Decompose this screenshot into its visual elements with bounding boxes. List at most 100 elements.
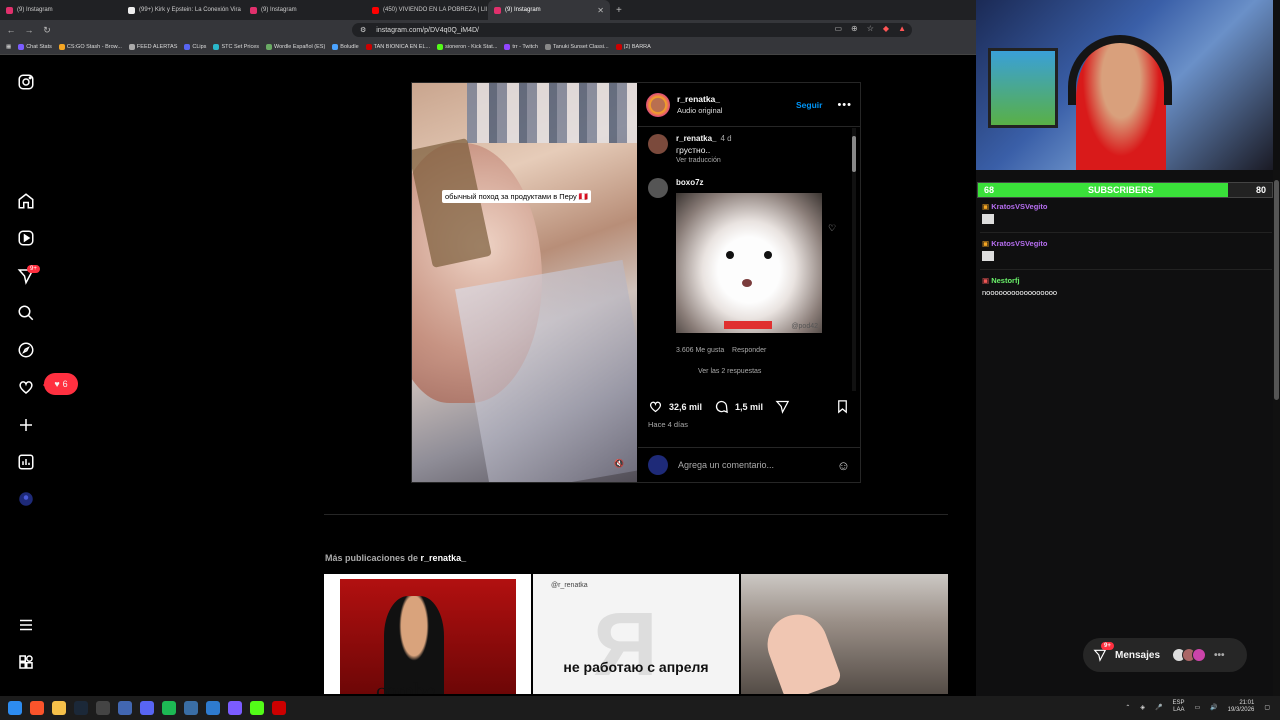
- windows-start-icon[interactable]: [8, 701, 22, 715]
- cast-icon[interactable]: ▭: [834, 24, 842, 33]
- comment-icon[interactable]: [714, 399, 729, 414]
- bookmark-item[interactable]: (2) BARRA: [615, 44, 651, 50]
- more-options-icon[interactable]: •••: [837, 99, 852, 111]
- bookmark-item[interactable]: trr - Twitch: [504, 44, 538, 50]
- bookmark-item[interactable]: Boludle: [332, 44, 359, 50]
- brave-icon[interactable]: [30, 701, 44, 715]
- explore-icon[interactable]: [17, 341, 35, 359]
- kick-icon[interactable]: [250, 701, 264, 715]
- more-icon[interactable]: [17, 653, 35, 671]
- close-tab-icon[interactable]: ✕: [597, 6, 604, 15]
- rewards-icon[interactable]: ▲: [898, 24, 906, 33]
- search-icon[interactable]: [17, 304, 35, 322]
- reply-button[interactable]: Responder: [732, 347, 766, 354]
- clock-time[interactable]: 21:01: [1239, 700, 1254, 706]
- wifi-icon[interactable]: ▭: [1194, 704, 1200, 711]
- clock-date[interactable]: 19/3/2026: [1228, 707, 1255, 713]
- see-translation-link[interactable]: Ver traducción: [676, 157, 732, 164]
- emoji-icon[interactable]: ☺: [837, 458, 850, 473]
- zoom-icon[interactable]: ⊕: [851, 24, 858, 33]
- save-icon[interactable]: [835, 399, 850, 414]
- comments-list[interactable]: r_renatka_ 4 d грустно.. Ver traducción b…: [638, 128, 850, 391]
- language[interactable]: ESP: [1172, 700, 1184, 706]
- volume-icon[interactable]: 🔊: [1210, 704, 1217, 711]
- app-icon[interactable]: [96, 701, 110, 715]
- author-name[interactable]: r_renatka_: [677, 94, 722, 104]
- tab-2[interactable]: (9) Instagram: [244, 0, 366, 20]
- comment-user[interactable]: boxo7z: [676, 178, 822, 187]
- more-posts-user[interactable]: r_renatka_: [421, 553, 467, 563]
- keyboard-layout[interactable]: LAA: [1173, 707, 1184, 713]
- reload-icon[interactable]: ↻: [42, 25, 52, 36]
- avatar[interactable]: [648, 178, 668, 198]
- new-tab-button[interactable]: +: [610, 5, 628, 16]
- comment-user[interactable]: r_renatka_: [676, 134, 716, 143]
- reels-icon[interactable]: [17, 229, 35, 247]
- share-icon[interactable]: [775, 399, 790, 414]
- like-icon[interactable]: [648, 399, 663, 414]
- bookmark-item[interactable]: sioneron - Kick Stat...: [437, 44, 497, 50]
- like-count[interactable]: 32,6 mil: [669, 402, 702, 412]
- post-tile[interactable]: [741, 574, 948, 694]
- comments-scrollbar[interactable]: [852, 128, 856, 391]
- folder-icon[interactable]: [52, 701, 66, 715]
- avatar[interactable]: [646, 92, 670, 117]
- mic-icon[interactable]: 🎤: [1155, 704, 1162, 711]
- bookmark-item[interactable]: Chat Stats: [18, 44, 52, 50]
- comment-input[interactable]: Agrega un comentario...: [678, 460, 774, 470]
- brave-shield-icon[interactable]: ◆: [883, 24, 889, 33]
- taskbar: ⌃ ◈ 🎤 ESP LAA ▭ 🔊 21:01 19/3/2026 ▢: [0, 696, 1280, 720]
- spotify-icon[interactable]: [162, 701, 176, 715]
- post-video[interactable]: обычный поход за продуктами в Перу 🇵🇪 🔇: [412, 83, 637, 482]
- audio-label[interactable]: Audio original: [677, 106, 722, 115]
- bookmark-item[interactable]: Wordle Español (ES): [266, 44, 325, 50]
- page-scrollbar[interactable]: [1273, 170, 1280, 696]
- app-icon[interactable]: [184, 701, 198, 715]
- bookmark-item[interactable]: Tanuki Sunset Classi...: [544, 44, 609, 50]
- dashboard-icon[interactable]: [17, 453, 35, 471]
- like-comment-icon[interactable]: ♡: [828, 223, 836, 234]
- post-tile[interactable]: @r_renatka Я не работаю с апреля: [533, 574, 739, 694]
- create-icon[interactable]: [17, 416, 35, 434]
- instagram-icon[interactable]: [17, 73, 35, 91]
- profile-icon[interactable]: [17, 490, 35, 508]
- app-icon[interactable]: [118, 701, 132, 715]
- tab-3[interactable]: (450) VIVIENDO EN LA POBREZA | Lll: [366, 0, 488, 20]
- network-icon[interactable]: ◈: [1140, 704, 1145, 711]
- bookmark-item[interactable]: CLips: [184, 44, 206, 50]
- bookmark-item[interactable]: CS:GO Stash - Brow...: [58, 44, 122, 50]
- chat-message: ▣ Nestorfj nooooooooooooooooo: [980, 274, 1272, 303]
- app-icon[interactable]: [206, 701, 220, 715]
- notifications-icon[interactable]: [17, 378, 35, 396]
- follow-button[interactable]: Seguir: [796, 100, 822, 110]
- url-field[interactable]: ⚙ instagram.com/p/DV4q0Q_iM4D/: [352, 23, 912, 37]
- home-icon[interactable]: [17, 192, 35, 210]
- avatar[interactable]: [648, 134, 668, 154]
- tab-4[interactable]: (9) Instagram ✕: [488, 0, 610, 20]
- discord-icon[interactable]: [140, 701, 154, 715]
- notification-center-icon[interactable]: ▢: [1264, 704, 1270, 711]
- obs-icon[interactable]: [272, 701, 286, 715]
- site-info-icon[interactable]: ⚙: [360, 26, 366, 34]
- bookmark-star-icon[interactable]: ☆: [867, 24, 874, 33]
- stream-chat: ▣ KratosVSVegito ▣ KratosVSVegito ▣ Nest…: [980, 200, 1272, 307]
- view-replies-link[interactable]: Ver las 2 respuestas: [676, 368, 822, 375]
- post-tile[interactable]: combo: [324, 574, 531, 694]
- plastic-bag: [455, 259, 637, 482]
- messages-button[interactable]: 9+ Mensajes •••: [1083, 638, 1247, 672]
- comment-likes[interactable]: 3.606 Me gusta: [676, 347, 724, 354]
- bookmark-item[interactable]: STC Set Prices: [213, 44, 259, 50]
- steam-icon[interactable]: [74, 701, 88, 715]
- back-icon[interactable]: ←: [6, 25, 16, 35]
- tab-1[interactable]: (99+) Kirk y Epstein: La Conexión Vira: [122, 0, 244, 20]
- app-icon[interactable]: [228, 701, 242, 715]
- notifications-popup[interactable]: ♥ 6: [43, 373, 78, 395]
- forward-icon[interactable]: →: [24, 25, 34, 35]
- chevron-up-icon[interactable]: ⌃: [1125, 704, 1130, 711]
- bookmark-item[interactable]: FEED ALERTAS: [128, 44, 177, 50]
- mute-icon[interactable]: 🔇: [614, 459, 626, 471]
- menu-icon[interactable]: [17, 616, 35, 634]
- bookmark-item[interactable]: TAN BIONICA EN EL...: [365, 44, 430, 50]
- apps-icon[interactable]: ▦: [6, 44, 11, 50]
- tab-0[interactable]: (9) Instagram: [0, 0, 122, 20]
